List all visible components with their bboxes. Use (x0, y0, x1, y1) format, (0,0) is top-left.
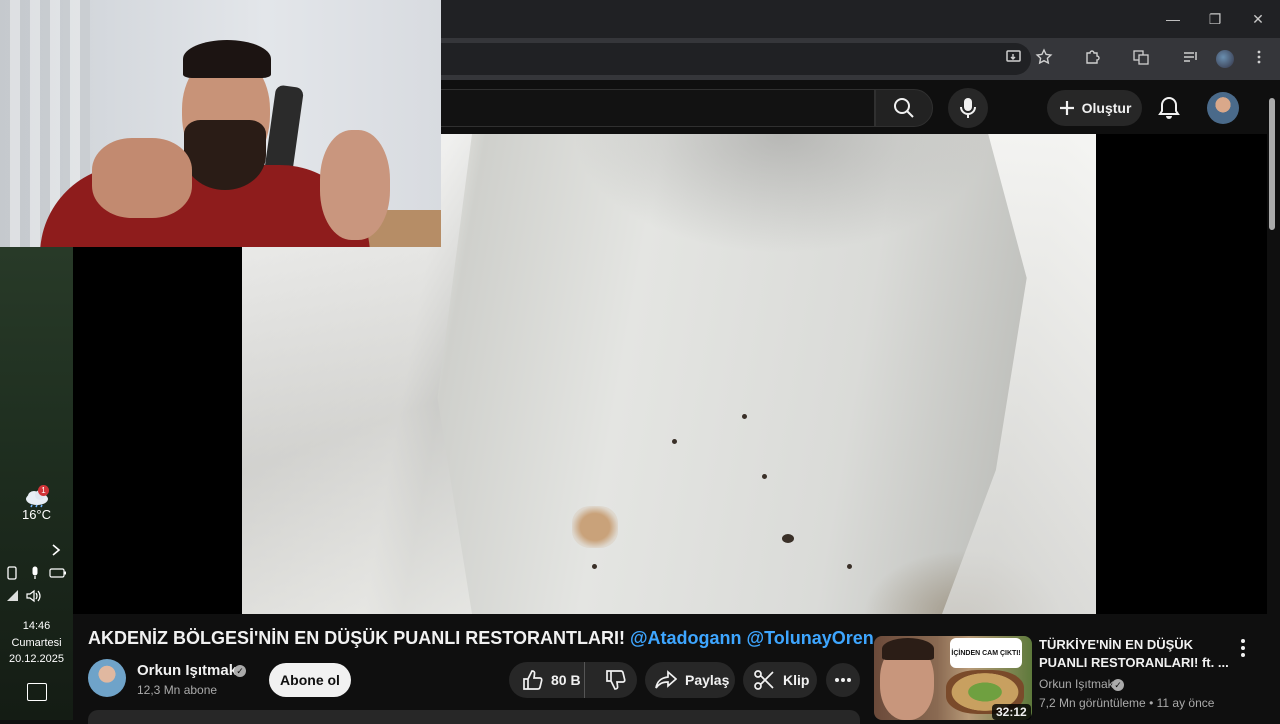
phone-link-icon[interactable] (4, 566, 20, 582)
clock-date[interactable]: 20.12.2025 (0, 653, 73, 665)
create-label: Oluştur (1081, 100, 1132, 116)
thumbnail-hair (882, 638, 934, 660)
webcam-bag (263, 84, 305, 178)
extensions-icon[interactable] (1081, 48, 1103, 70)
clip-button[interactable]: Klip (743, 662, 817, 698)
media-control-icon[interactable] (1180, 48, 1202, 70)
windows-taskbar (0, 247, 73, 720)
share-icon (655, 670, 677, 689)
dislike-button[interactable] (593, 662, 637, 698)
share-label: Paylaş (685, 672, 730, 688)
browser-menu-icon[interactable] (1248, 48, 1270, 70)
recommended-video-title[interactable]: TÜRKİYE'NİN EN DÜŞÜK PUANLI RESTORANLARI… (1039, 636, 1229, 672)
recommended-video-menu-icon[interactable] (1236, 638, 1250, 658)
video-title: AKDENİZ BÖLGESİ'NİN EN DÜŞÜK PUANLI REST… (88, 628, 874, 650)
description-box[interactable] (88, 710, 860, 724)
video-speck (762, 474, 767, 479)
tray-chevron-icon[interactable] (50, 543, 64, 559)
close-button[interactable]: ✕ (1243, 8, 1273, 30)
create-button[interactable]: Oluştur (1047, 90, 1142, 126)
subscriber-count: 12,3 Mn abone (137, 683, 218, 697)
battery-icon[interactable] (48, 566, 68, 582)
video-shadow (572, 134, 992, 254)
video-speck (847, 564, 852, 569)
like-button[interactable]: 80 B (509, 662, 586, 698)
bookmark-star-icon[interactable] (1033, 48, 1055, 70)
restore-button[interactable]: ❐ (1200, 8, 1230, 30)
webcam-person-hand-right (320, 130, 390, 240)
video-stain (572, 506, 618, 548)
microphone-icon (960, 98, 976, 118)
clock-day[interactable]: Cumartesi (0, 637, 73, 649)
channel-name[interactable]: Orkun Işıtmak (137, 662, 237, 679)
clock-time[interactable]: 14:46 (0, 620, 73, 632)
verified-check-icon: ✓ (234, 665, 246, 677)
minimize-button[interactable]: — (1158, 8, 1188, 30)
thumbnail-speech-bubble: İÇİNDEN CAM ÇIKTI! (950, 638, 1022, 668)
install-app-icon[interactable] (1003, 48, 1025, 70)
weather-badge: 1 (38, 485, 49, 496)
translate-icon[interactable] (1130, 48, 1152, 70)
clip-label: Klip (783, 672, 810, 688)
video-title-mentions[interactable]: @Atadogann @TolunayOren (630, 628, 874, 648)
more-horizontal-icon (835, 678, 851, 682)
video-speck (742, 414, 747, 419)
channel-avatar[interactable] (88, 659, 126, 697)
video-title-text: AKDENİZ BÖLGESİ'NİN EN DÜŞÜK PUANLI REST… (88, 628, 625, 648)
subscribe-button[interactable]: Abone ol (269, 663, 351, 697)
weather-temperature[interactable]: 16°C (0, 507, 73, 522)
account-avatar[interactable] (1207, 92, 1239, 124)
volume-icon[interactable] (26, 589, 42, 605)
notification-center-icon[interactable] (27, 683, 47, 701)
microphone-tray-icon[interactable] (27, 566, 43, 582)
thumbs-up-icon (523, 670, 543, 690)
search-input[interactable] (441, 89, 875, 127)
recommended-verified-icon: ✓ (1112, 679, 1124, 691)
wifi-icon[interactable] (5, 589, 21, 605)
webcam-person-hand-left (92, 138, 192, 218)
webcam-overlay (0, 0, 441, 247)
notifications-button[interactable] (1156, 94, 1182, 122)
recommended-video-meta: 7,2 Mn görüntüleme • 11 ay önce (1039, 696, 1215, 710)
like-dislike-group: 80 B (509, 662, 637, 698)
search-icon (894, 98, 914, 118)
webcam-person-beard (184, 120, 266, 190)
scissors-icon (754, 670, 774, 690)
video-speck (672, 439, 677, 444)
address-bar[interactable] (441, 43, 1031, 75)
recommended-video-duration: 32:12 (992, 704, 1031, 720)
plus-icon (1059, 101, 1074, 115)
video-speck (782, 534, 794, 543)
voice-search-button[interactable] (948, 88, 988, 128)
profile-icon[interactable] (1214, 48, 1236, 70)
more-actions-button[interactable] (826, 663, 860, 697)
like-count: 80 B (551, 672, 581, 688)
bell-icon (1158, 96, 1180, 119)
recommended-video-channel[interactable]: Orkun Işıtmak (1039, 677, 1114, 691)
search-button[interactable] (875, 89, 933, 127)
scrollbar-thumb[interactable] (1269, 98, 1275, 230)
share-button[interactable]: Paylaş (645, 662, 735, 698)
thumbs-down-icon (606, 670, 626, 690)
webcam-person-hair (183, 40, 271, 78)
video-speck (592, 564, 597, 569)
